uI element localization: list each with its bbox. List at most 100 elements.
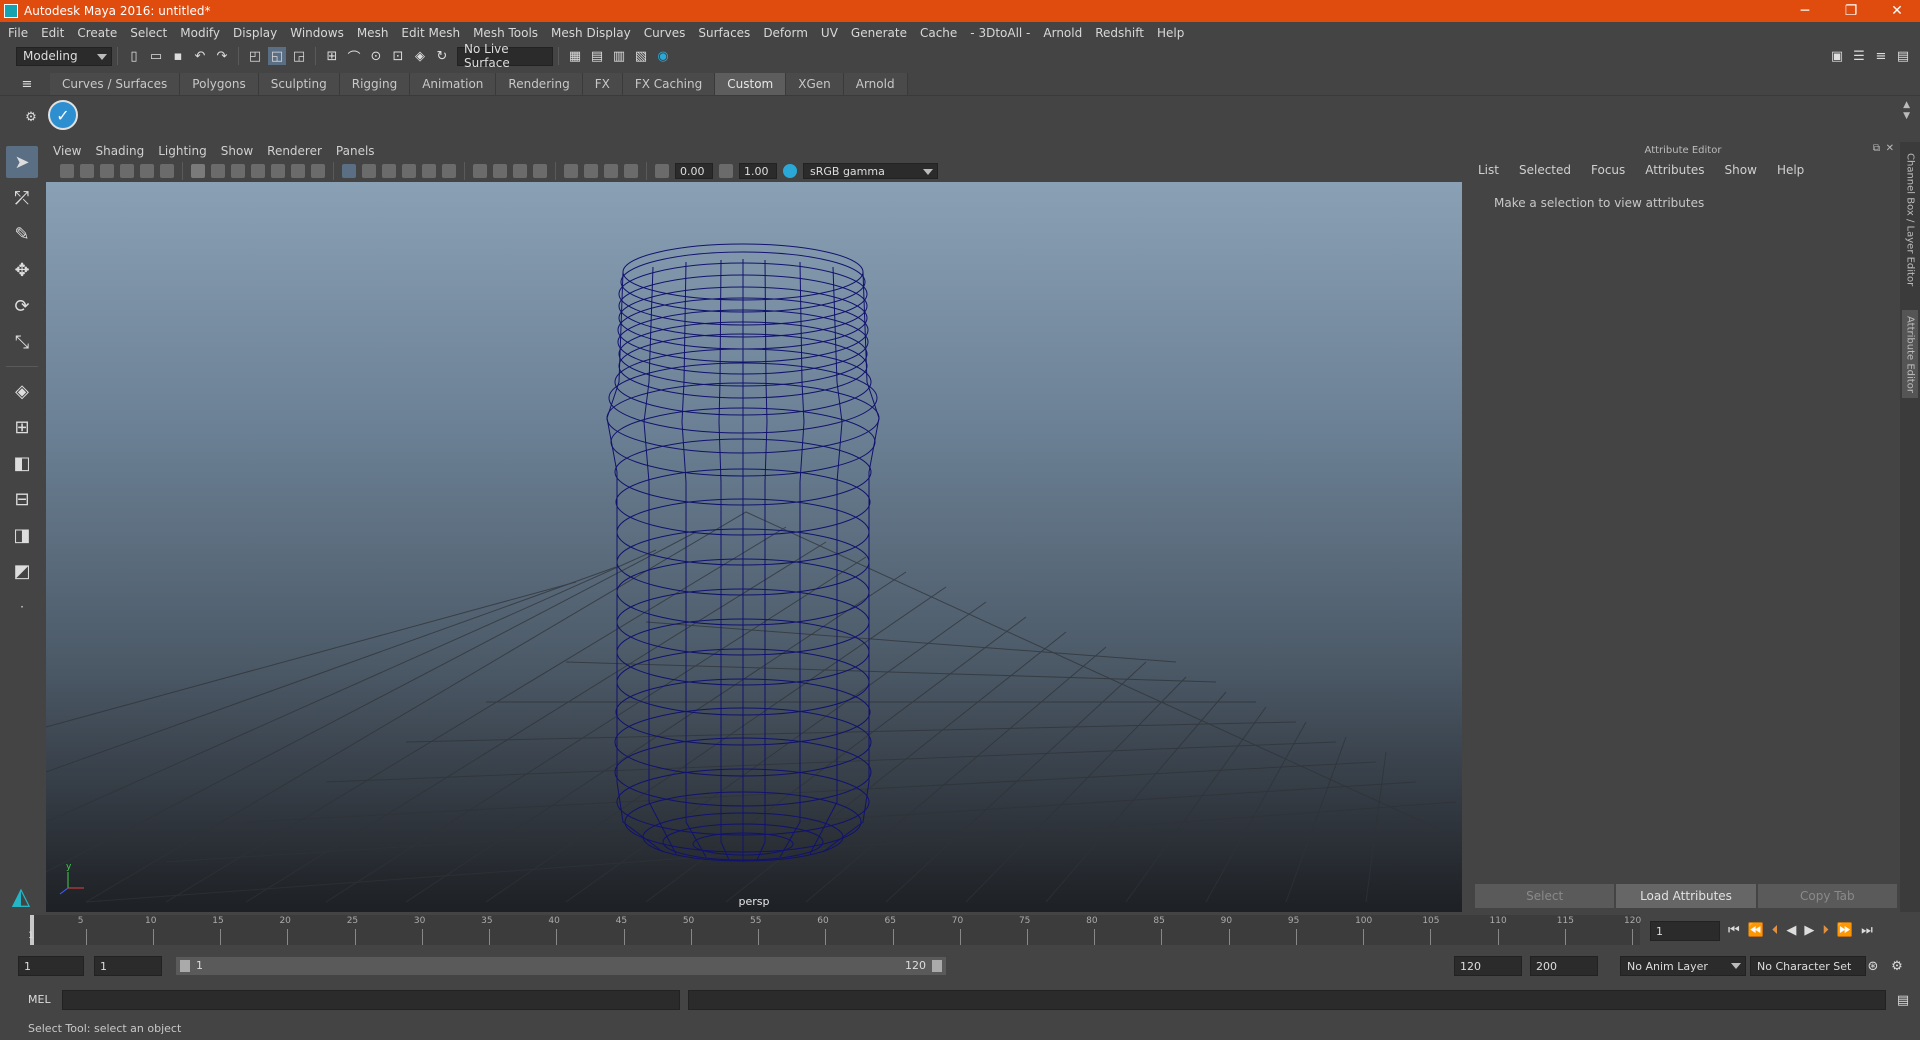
image-plane-icon[interactable] [120,164,134,178]
shelf-tab-fx[interactable]: FX [582,73,623,95]
select-object-icon[interactable]: ◱ [268,47,286,65]
scale-tool-icon[interactable]: ⤡ [6,326,38,358]
menu-edit[interactable]: Edit [41,26,64,40]
attr-menu-list[interactable]: List [1478,163,1499,177]
gamma-icon[interactable] [719,164,733,178]
rotate-tool-icon[interactable]: ⟳ [6,290,38,322]
render-settings-icon[interactable]: ▧ [632,47,650,65]
attr-menu-selected[interactable]: Selected [1519,163,1571,177]
current-frame-field[interactable]: 1 [1650,921,1720,941]
shelf-menu-icon[interactable]: ≡ [18,75,36,93]
menu-surfaces[interactable]: Surfaces [698,26,750,40]
attribute-editor-toggle-icon[interactable]: ☰ [1850,47,1868,65]
lasso-tool-icon[interactable]: ⤱ [6,182,38,214]
panel-menu-show[interactable]: Show [221,144,253,158]
shadows-icon[interactable] [473,164,487,178]
gate-mask-icon[interactable] [251,164,265,178]
safe-action-icon[interactable] [291,164,305,178]
go-to-end-icon[interactable]: ⏭ [1861,923,1873,938]
exposure-icon[interactable] [655,164,669,178]
film-gate-icon[interactable] [211,164,225,178]
command-language-label[interactable]: MEL [28,993,51,1006]
new-scene-icon[interactable]: ▯ [125,47,143,65]
character-set-dropdown[interactable]: No Character Set [1750,956,1866,976]
menu-mesh[interactable]: Mesh [357,26,389,40]
command-input[interactable] [62,990,680,1010]
menu-arnold[interactable]: Arnold [1043,26,1082,40]
resolution-gate-icon[interactable] [231,164,245,178]
animation-preferences-icon[interactable]: ⚙ [1888,957,1906,975]
save-scene-icon[interactable]: ▪ [169,47,187,65]
attribute-editor-tab[interactable]: Attribute Editor [1902,310,1918,398]
anti-aliasing-icon[interactable] [533,164,547,178]
copy-tab-button[interactable]: Copy Tab [1757,884,1897,908]
menu-windows[interactable]: Windows [290,26,344,40]
auto-key-icon[interactable]: ⊛ [1864,957,1882,975]
persp-graph-layout-icon[interactable]: ⊟ [6,483,38,515]
menu-set-dropdown[interactable]: Modeling [16,46,112,66]
custom-script-check-icon[interactable]: ✓ [48,100,78,130]
xray-icon[interactable] [584,164,598,178]
menu-uv[interactable]: UV [821,26,838,40]
attr-menu-help[interactable]: Help [1777,163,1804,177]
step-back-key-icon[interactable]: ⏴ [1772,923,1779,938]
shelf-tab-custom[interactable]: Custom [715,73,787,95]
isolate-select-icon[interactable] [564,164,578,178]
playback-start-field[interactable]: 1 [94,956,162,976]
ambient-occlusion-icon[interactable] [493,164,507,178]
select-tool-icon[interactable]: ➤ [6,146,38,178]
wireframe-on-shaded-icon[interactable] [402,164,416,178]
xray-components-icon[interactable] [624,164,638,178]
menu-file[interactable]: File [8,26,28,40]
view-transform-dropdown[interactable]: sRGB gamma [803,163,938,179]
grid-toggle-icon[interactable] [191,164,205,178]
range-slider[interactable]: 1 120 [176,957,946,975]
menu-cache[interactable]: Cache [920,26,957,40]
snap-pivot-icon[interactable]: ↻ [433,47,451,65]
safe-title-icon[interactable] [311,164,325,178]
render-frame-icon[interactable]: ▤ [588,47,606,65]
menu-select[interactable]: Select [130,26,167,40]
undo-icon[interactable]: ↶ [191,47,209,65]
snap-surface-icon[interactable]: ◈ [411,47,429,65]
attr-menu-show[interactable]: Show [1725,163,1757,177]
persp-outliner-layout-icon[interactable]: ◧ [6,447,38,479]
shelf-tab-curves-surfaces[interactable]: Curves / Surfaces [50,73,181,95]
outliner-persp-layout-icon[interactable]: ◩ [6,555,38,587]
load-attributes-button[interactable]: Load Attributes [1616,884,1756,908]
step-forward-key-icon[interactable]: ⏵ [1822,923,1829,938]
play-backwards-icon[interactable]: ◀ [1786,923,1796,938]
paint-select-tool-icon[interactable]: ✎ [6,218,38,250]
use-all-lights-icon[interactable] [442,164,456,178]
render-view-icon[interactable]: ▦ [566,47,584,65]
select-component-icon[interactable]: ◲ [290,47,308,65]
panel-menu-shading[interactable]: Shading [95,144,144,158]
menu-3dtoall[interactable]: - 3DtoAll - [970,26,1030,40]
menu-generate[interactable]: Generate [851,26,907,40]
menu-create[interactable]: Create [77,26,117,40]
smooth-shade-icon[interactable] [362,164,376,178]
animation-end-field[interactable]: 200 [1530,956,1598,976]
close-button[interactable]: ✕ [1874,0,1920,22]
live-surface-field[interactable]: No Live Surface [457,42,553,70]
select-hierarchy-icon[interactable]: ◰ [246,47,264,65]
exposure-field[interactable]: 0.00 [675,163,713,179]
motion-blur-icon[interactable] [513,164,527,178]
camera-icon[interactable] [60,164,74,178]
menu-deform[interactable]: Deform [763,26,808,40]
time-ruler[interactable]: 1 5 10 15 20 25 30 35 40 45 50 55 60 65 70 75 80 85 90 95 1… [28,915,1641,945]
persp-hypershade-layout-icon[interactable]: ◨ [6,519,38,551]
attr-menu-attributes[interactable]: Attributes [1645,163,1704,177]
minimize-button[interactable]: ─ [1782,0,1828,22]
panel-menu-renderer[interactable]: Renderer [267,144,322,158]
shelf-tab-fx-caching[interactable]: FX Caching [622,73,716,95]
perspective-viewport[interactable]: y persp [46,182,1462,912]
playback-end-field[interactable]: 120 [1454,956,1522,976]
shelf-tab-rendering[interactable]: Rendering [496,73,583,95]
menu-modify[interactable]: Modify [180,26,220,40]
channel-box-tab[interactable]: Channel Box / Layer Editor [1902,150,1918,290]
move-tool-icon[interactable]: ✥ [6,254,38,286]
shelf-scroll-arrows-icon[interactable]: ▲ ▼ [1903,100,1910,122]
toolbox-more-icon[interactable]: · [6,591,38,623]
gear-icon[interactable]: ⚙ [22,108,40,126]
